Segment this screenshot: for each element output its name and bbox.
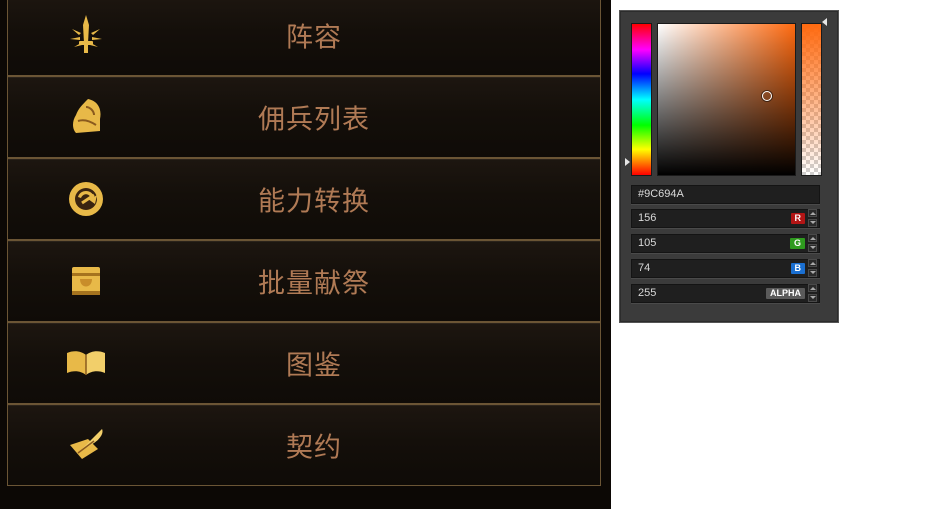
increment-arrow-icon[interactable] (808, 209, 817, 217)
color-selection-cursor[interactable] (762, 91, 772, 101)
menu-label-lineup: 阵容 (286, 22, 342, 54)
menu-item-codex[interactable]: 图鉴 (7, 322, 601, 404)
decrement-arrow-icon[interactable] (808, 219, 817, 227)
menu-item-ability-convert[interactable]: 能力转换 (7, 158, 601, 240)
decrement-arrow-icon[interactable] (808, 244, 817, 252)
color-picker-panel: #9C694A 156 R 105 G 74 B 255 ALPHA (619, 10, 839, 323)
increment-arrow-icon[interactable] (808, 284, 817, 292)
menu-label-codex: 图鉴 (286, 350, 342, 382)
green-stepper (807, 234, 818, 253)
alpha-badge: ALPHA (766, 288, 805, 299)
increment-arrow-icon[interactable] (808, 259, 817, 267)
menu-label-mercenary-list: 佣兵列表 (258, 104, 370, 136)
green-channel-field[interactable]: 105 G (631, 234, 820, 253)
alpha-channel-field[interactable]: 255 ALPHA (631, 284, 820, 303)
blue-channel-field[interactable]: 74 B (631, 259, 820, 278)
menu-label-batch-sacrifice: 批量献祭 (258, 268, 370, 300)
blue-stepper (807, 259, 818, 278)
red-channel-field[interactable]: 156 R (631, 209, 820, 228)
decrement-arrow-icon[interactable] (808, 269, 817, 277)
hue-slider[interactable] (631, 23, 652, 176)
game-menu-panel: 阵容 佣兵列表 能力转换 批量献祭 图鉴 契约 (0, 0, 611, 509)
red-badge: R (790, 213, 805, 224)
menu-label-ability-convert: 能力转换 (258, 186, 370, 218)
saturation-value-area[interactable] (657, 23, 796, 176)
red-stepper (807, 209, 818, 228)
increment-arrow-icon[interactable] (808, 234, 817, 242)
menu-label-contract: 契约 (286, 432, 342, 464)
alpha-slider[interactable] (801, 23, 822, 176)
alpha-value: 255 (638, 287, 657, 299)
decrement-arrow-icon[interactable] (808, 294, 817, 302)
alpha-slider-handle[interactable] (822, 18, 827, 26)
blue-badge: B (790, 263, 805, 274)
menu-item-lineup[interactable]: 阵容 (7, 0, 601, 76)
hex-value: #9C694A (638, 188, 684, 200)
green-value: 105 (638, 237, 657, 249)
green-badge: G (789, 238, 805, 249)
hex-input[interactable]: #9C694A (631, 185, 820, 204)
blue-value: 74 (638, 262, 651, 274)
red-value: 156 (638, 212, 657, 224)
menu-item-mercenary-list[interactable]: 佣兵列表 (7, 76, 601, 158)
menu-item-batch-sacrifice[interactable]: 批量献祭 (7, 240, 601, 322)
menu-item-contract[interactable]: 契约 (7, 404, 601, 486)
alpha-stepper (807, 284, 818, 303)
hue-slider-handle[interactable] (625, 158, 630, 166)
